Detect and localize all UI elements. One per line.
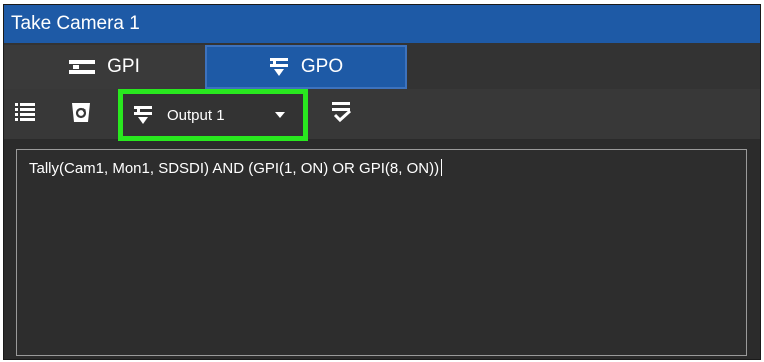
gpo-icon bbox=[133, 105, 153, 125]
window-title: Take Camera 1 bbox=[4, 5, 760, 43]
gpo-icon bbox=[269, 57, 289, 77]
chevron-down-icon bbox=[275, 112, 285, 118]
validate-button[interactable] bbox=[327, 99, 357, 129]
bucket-button[interactable] bbox=[66, 99, 96, 129]
tab-gpi[interactable]: GPI bbox=[4, 45, 205, 89]
tab-gpi-label: GPI bbox=[107, 56, 140, 77]
expression-editor[interactable]: Tally(Cam1, Mon1, SDSDI) AND (GPI(1, ON)… bbox=[16, 149, 747, 356]
toolbar: Output 1 bbox=[4, 89, 760, 141]
tab-bar: GPI GPO bbox=[4, 43, 760, 89]
expression-text: Tally(Cam1, Mon1, SDSDI) AND (GPI(1, ON)… bbox=[29, 160, 440, 177]
gpi-icon bbox=[69, 59, 96, 75]
list-button[interactable] bbox=[10, 99, 40, 129]
validate-icon bbox=[331, 101, 353, 128]
output-select[interactable]: Output 1 bbox=[123, 94, 303, 136]
list-icon bbox=[15, 102, 35, 127]
output-select-value: Output 1 bbox=[167, 106, 225, 124]
tab-gpo-label: GPO bbox=[300, 56, 344, 77]
tab-gpo[interactable]: GPO bbox=[205, 45, 407, 89]
bucket-icon bbox=[71, 101, 91, 128]
take-camera-dialog: Take Camera 1 GPI GPO Output 1 Tally(Cam… bbox=[3, 4, 761, 360]
text-cursor bbox=[441, 159, 443, 176]
